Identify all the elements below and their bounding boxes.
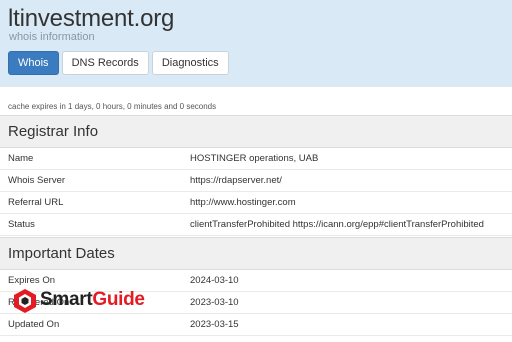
site-header: ltinvestment.org whois information Whois… xyxy=(0,0,512,87)
row-value: https://rdapserver.net/ xyxy=(190,175,282,186)
tab-whois[interactable]: Whois xyxy=(8,51,59,75)
section-title: Registrar Info xyxy=(8,123,99,140)
row-key: Status xyxy=(8,219,35,230)
table-row: Whois Server https://rdapserver.net/ xyxy=(0,170,512,192)
row-key: Whois Server xyxy=(8,175,66,186)
row-value: 2023-03-15 xyxy=(190,319,239,330)
section-title: Important Dates xyxy=(8,245,115,262)
table-row: Updated On 2023-03-15 xyxy=(0,314,512,336)
registrar-info-heading: Registrar Info xyxy=(0,115,512,148)
row-value: HOSTINGER operations, UAB xyxy=(190,153,319,164)
watermark-part-smart: Smart xyxy=(40,289,93,310)
important-dates-heading: Important Dates xyxy=(0,237,512,270)
row-key: Name xyxy=(8,153,34,164)
site-title[interactable]: ltinvestment.org xyxy=(8,5,174,33)
row-key: Referral URL xyxy=(8,197,64,208)
row-value: http://www.hostinger.com xyxy=(190,197,296,208)
row-key: Expires On xyxy=(8,275,55,286)
tab-dns-records[interactable]: DNS Records xyxy=(61,51,149,75)
watermark-part-guide: Guide xyxy=(92,289,145,310)
tab-bar: Whois DNS Records Diagnostics xyxy=(8,51,232,75)
table-row: Name HOSTINGER operations, UAB xyxy=(0,148,512,170)
row-value: 2023-03-10 xyxy=(190,297,239,308)
watermark-text: SmartGuide xyxy=(40,289,145,311)
row-value: 2024-03-10 xyxy=(190,275,239,286)
row-key: Updated On xyxy=(8,319,60,330)
row-value: clientTransferProhibited https://icann.o… xyxy=(190,219,484,230)
smartguide-logo-icon xyxy=(14,289,36,313)
site-subtitle: whois information xyxy=(9,31,95,43)
smartguide-watermark: SmartGuide xyxy=(12,288,152,316)
tab-diagnostics[interactable]: Diagnostics xyxy=(151,51,229,75)
table-row: Status clientTransferProhibited https://… xyxy=(0,214,512,236)
cache-expiry-text: cache expires in 1 days, 0 hours, 0 minu… xyxy=(8,102,217,111)
table-row: Referral URL http://www.hostinger.com xyxy=(0,192,512,214)
